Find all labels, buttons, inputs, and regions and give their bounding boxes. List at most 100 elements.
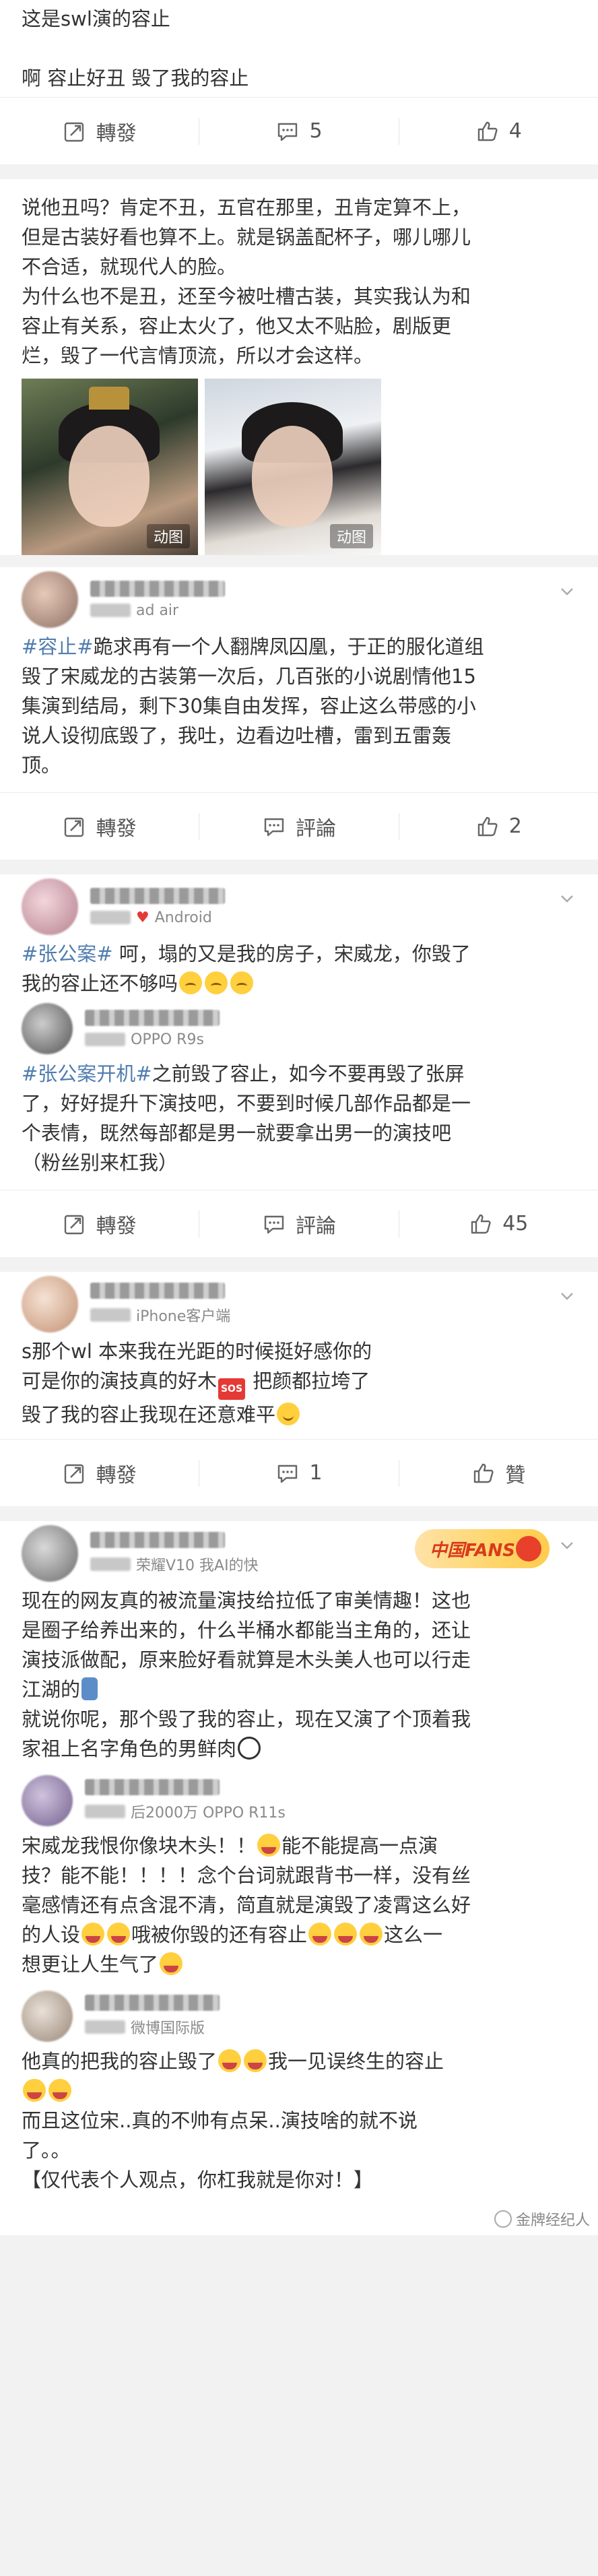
comment-button[interactable]: 1: [199, 1461, 398, 1485]
like-label: 贊: [505, 1463, 526, 1487]
reply-line: 想更让人生气了: [22, 1953, 159, 1976]
avatar[interactable]: [22, 1991, 73, 2042]
comment-count: 1: [309, 1461, 323, 1485]
crying-emoji-icon: [334, 1923, 358, 1945]
username[interactable]: [85, 1779, 220, 1795]
repost-button[interactable]: 轉發: [0, 1209, 199, 1239]
hashtag[interactable]: #张公案开机#: [22, 1062, 152, 1085]
post-5-line: 就说你呢，那个毁了我的容止，现在又演了个顶着我: [22, 1708, 471, 1731]
reply-line: 技？能不能！！！！念个台词就跟背书一样，没有丝: [22, 1864, 471, 1887]
post-source: iPhone客户端: [136, 1308, 231, 1325]
post-1-images: 动图 动图: [22, 379, 576, 555]
like-button[interactable]: 4: [399, 119, 598, 143]
repost-icon: [64, 122, 84, 141]
like-icon: [474, 1463, 494, 1483]
username[interactable]: [85, 1995, 220, 2011]
top-post-actions: 轉發 5 4: [0, 97, 598, 164]
chevron-down-icon[interactable]: [558, 889, 576, 908]
post-3-forward-line: 之前毁了容止，如今不要再毁了张屏: [152, 1062, 465, 1085]
crying-emoji-icon: [23, 2079, 46, 2102]
post-2-line: 跪求再有一个人翻牌凤囚凰，于正的服化道组: [93, 635, 484, 658]
post-5-reply-1-user: 后2000万 OPPO R11s: [22, 1770, 576, 1831]
post-2-line: 毁了宋威龙的古装第一次后，几百张的小说剧情他15: [22, 665, 476, 688]
avatar[interactable]: [22, 878, 78, 935]
crying-emoji-icon: [360, 1923, 383, 1945]
post-3-forward: OPPO R9s #张公案开机#之前毁了容止，如今不要再毁了张屏 了，好好提升下…: [22, 998, 576, 1178]
chevron-down-icon[interactable]: [558, 582, 576, 601]
username[interactable]: [90, 1283, 225, 1299]
post-5-reply-2-user: 微博国际版: [22, 1986, 576, 2047]
crying-emoji-icon: [160, 1952, 183, 1975]
crying-emoji-icon: [107, 1923, 131, 1945]
reply-line: 的人设: [22, 1923, 81, 1946]
post-3-forward-text: #张公案开机#之前毁了容止，如今不要再毁了张屏 了，好好提升下演技吧，不要到时候…: [22, 1059, 576, 1178]
post-3-forward-line: 了，好好提升下演技吧，不要到时候几部作品都是一: [22, 1092, 471, 1115]
hashtag[interactable]: #容止#: [22, 635, 94, 658]
like-count: 4: [508, 119, 522, 143]
post-5-line: 江湖的: [22, 1678, 81, 1701]
reply-line: 毫感情还有点含混不清，简直就是演毁了凌霄这么好: [22, 1894, 471, 1917]
chevron-down-icon[interactable]: [558, 1536, 576, 1555]
comment-button[interactable]: 評論: [199, 812, 398, 841]
post-5-reply-1-text: 宋威龙我恨你像块木头！！ 能不能提高一点演 技？能不能！！！！念个台词就跟背书一样…: [22, 1831, 576, 1979]
fans-badge-label: 中国FANS: [430, 1540, 516, 1561]
username[interactable]: [85, 1009, 220, 1026]
comment-label: 評論: [295, 1214, 336, 1238]
post-source: 微博国际版: [131, 2020, 205, 2037]
avatar[interactable]: [22, 1775, 73, 1826]
post-image[interactable]: 动图: [22, 379, 198, 555]
comment-icon: [278, 1464, 298, 1483]
reply-line: 他真的把我的容止毁了: [22, 2050, 218, 2073]
smile-emoji-icon: [277, 1403, 300, 1425]
repost-icon: [64, 817, 84, 837]
username[interactable]: [90, 580, 225, 597]
reply-line: 【仅代表个人观点，你杠我就是你对！】: [22, 2168, 374, 2191]
post-2-line: 说人设彻底毁了，我吐，边看边吐槽，雷到五雷轰: [22, 724, 452, 747]
avatar[interactable]: [22, 571, 78, 628]
avatar[interactable]: [22, 1003, 73, 1054]
watermark-logo-icon: [494, 2210, 512, 2228]
avatar[interactable]: [22, 1276, 78, 1332]
post-2-actions: 轉發 評論 2: [0, 792, 598, 860]
like-button[interactable]: 贊: [399, 1458, 598, 1488]
post-image[interactable]: 动图: [205, 379, 381, 555]
post-source: Android: [154, 909, 212, 926]
top-post: 这是swl演的容止 啊 容止好丑 毁了我的容止 轉發 5 4: [0, 0, 598, 164]
post-source: 后2000万 OPPO R11s: [131, 1805, 286, 1822]
comment-icon: [264, 1215, 284, 1233]
repost-button[interactable]: 轉發: [0, 117, 199, 146]
post-source: 荣耀V10 我AI的快: [136, 1557, 259, 1574]
hashtag[interactable]: #张公案#: [22, 942, 113, 965]
post-5-reply-1: 后2000万 OPPO R11s 宋威龙我恨你像块木头！！ 能不能提高一点演 技？…: [22, 1770, 576, 1979]
reply-line: 能不能提高一点演: [281, 1834, 438, 1857]
comment-button[interactable]: 5: [199, 119, 398, 143]
avatar[interactable]: [22, 1525, 78, 1582]
post-4-actions: 轉發 1 贊: [0, 1439, 598, 1506]
like-button[interactable]: 45: [399, 1212, 598, 1236]
like-icon: [471, 1214, 491, 1233]
like-icon: [477, 121, 498, 141]
post-1-line: 但是古装好看也算不上。就是锅盖配杯子，哪儿哪儿: [22, 226, 471, 249]
post-5-line: 现在的网友真的被流量演技给拉低了审美情趣！这也: [22, 1589, 471, 1612]
reply-line: 而且这位宋..真的不帅有点呆..演技啥的就不说: [22, 2109, 418, 2132]
post-4-line: 可是你的演技真的好木: [22, 1370, 218, 1392]
repost-button[interactable]: 轉發: [0, 812, 199, 841]
comment-label: 評論: [295, 816, 336, 841]
post-3-line: 我的容止还不够吗: [22, 972, 178, 995]
like-icon: [477, 816, 498, 836]
sad-emoji-icon: [179, 971, 203, 994]
repost-icon: [64, 1215, 84, 1234]
comment-button[interactable]: 評論: [199, 1209, 398, 1239]
post-1-text: 说他丑吗？肯定不丑，五官在那里，丑肯定算不上， 但是古装好看也算不上。就是锅盖配…: [22, 193, 576, 371]
top-post-line1: 这是swl演的容止: [22, 7, 170, 30]
repost-label: 轉發: [96, 1463, 137, 1487]
like-button[interactable]: 2: [399, 814, 598, 839]
post-5-reply-2: 微博国际版 他真的把我的容止毁了 我一见误终生的容止 而且这位宋..真的不帅有点呆…: [22, 1986, 576, 2195]
post-5-text: 现在的网友真的被流量演技给拉低了审美情趣！这也 是圈子给养出来的，什么半桶水都能…: [22, 1586, 576, 1764]
post-3-forward-user: OPPO R9s: [22, 998, 576, 1059]
username[interactable]: [90, 887, 225, 904]
username[interactable]: [90, 1532, 225, 1548]
repost-button[interactable]: 轉發: [0, 1458, 199, 1488]
post-4-line: s那个wl 本来我在光距的时候挺好感你的: [22, 1340, 372, 1363]
chevron-down-icon[interactable]: [558, 1287, 576, 1306]
